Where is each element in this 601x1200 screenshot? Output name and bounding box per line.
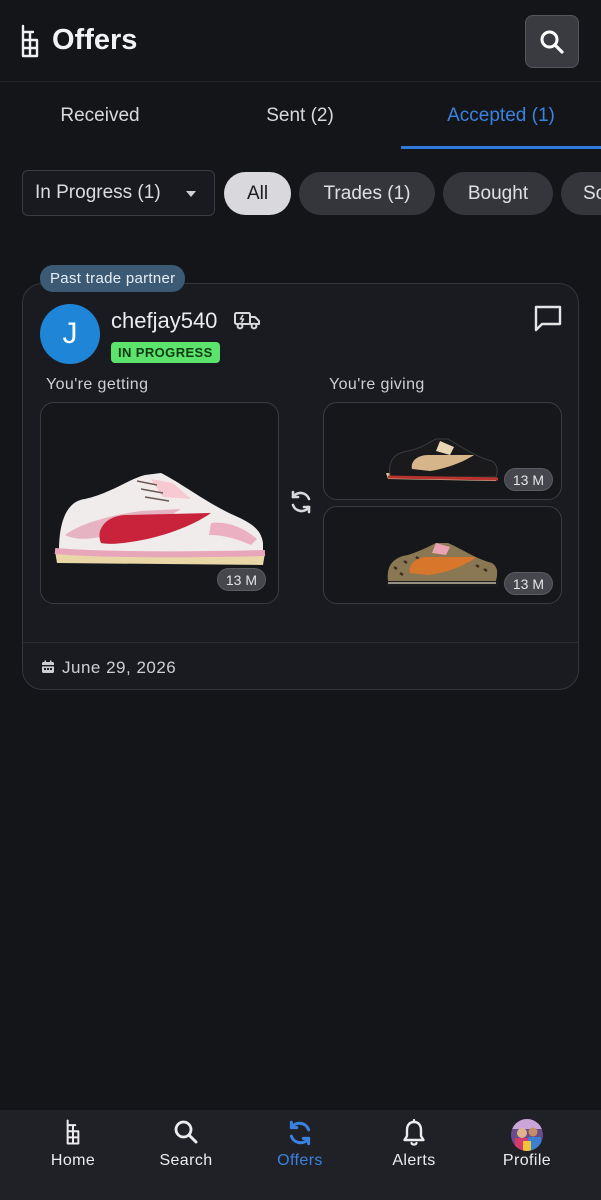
filter-bar: In Progress (1) All Trades (1) Bought So <box>0 170 601 216</box>
getting-item-card[interactable]: 13 M <box>40 402 279 604</box>
giving-item-card[interactable]: 13 M <box>323 506 562 604</box>
swap-sync-icon <box>291 490 311 514</box>
home-logo-icon <box>66 1119 80 1145</box>
getting-label: You're getting <box>46 376 149 393</box>
fast-shipping-truck-icon <box>234 312 260 330</box>
nav-home-label: Home <box>50 1152 96 1169</box>
message-icon[interactable] <box>533 304 563 332</box>
offer-tabs: Received Sent (2) Accepted (1) <box>0 83 601 149</box>
filter-chip-bought[interactable]: Bought <box>443 172 553 215</box>
card-divider <box>23 642 578 643</box>
size-pill: 13 M <box>503 468 553 491</box>
giving-item-card[interactable]: 13 M <box>323 402 562 500</box>
search-button[interactable] <box>525 15 579 68</box>
bottom-navigation: Home Search Offers Alerts Profile <box>0 1110 601 1200</box>
tab-accepted[interactable]: Accepted (1) <box>401 83 601 149</box>
page-title: Offers <box>52 24 138 56</box>
status-dropdown[interactable]: In Progress (1) <box>22 170 215 216</box>
search-icon <box>174 1120 198 1144</box>
nav-profile[interactable]: Profile <box>467 1110 587 1200</box>
nav-home[interactable]: Home <box>13 1110 133 1200</box>
nav-search-label: Search <box>159 1152 213 1169</box>
offers-sync-icon <box>289 1120 311 1146</box>
past-trade-partner-badge: Past trade partner <box>40 265 186 292</box>
calendar-icon <box>42 660 54 673</box>
status-badge: IN PROGRESS <box>111 342 220 363</box>
top-bar: Offers <box>0 0 601 82</box>
active-tab-indicator <box>401 146 601 149</box>
size-pill: 13 M <box>503 572 553 595</box>
nav-offers[interactable]: Offers <box>240 1110 360 1200</box>
giving-label: You're giving <box>329 376 425 393</box>
filter-chip-trades[interactable]: Trades (1) <box>299 172 435 215</box>
nav-alerts-label: Alerts <box>392 1152 436 1169</box>
nav-offers-label: Offers <box>277 1152 323 1169</box>
app-logo-icon <box>21 24 39 58</box>
size-pill: 13 M <box>216 568 266 591</box>
nav-alerts[interactable]: Alerts <box>354 1110 474 1200</box>
nav-search[interactable]: Search <box>126 1110 246 1200</box>
bell-icon <box>403 1119 425 1146</box>
offer-date: June 29, 2026 <box>62 658 177 677</box>
search-icon <box>540 30 564 54</box>
avatar[interactable]: J <box>40 304 100 364</box>
chevron-down-icon <box>186 191 196 197</box>
tab-sent[interactable]: Sent (2) <box>200 83 400 149</box>
status-dropdown-value: In Progress (1) <box>35 182 161 203</box>
filter-chip-all[interactable]: All <box>224 172 291 215</box>
nav-profile-label: Profile <box>502 1152 552 1169</box>
username[interactable]: chefjay540 <box>111 308 217 334</box>
offer-card[interactable]: J chefjay540 IN PROGRESS You're getting … <box>22 283 579 690</box>
filter-chip-sold[interactable]: So <box>561 172 601 215</box>
tab-received[interactable]: Received <box>0 83 200 149</box>
profile-avatar <box>511 1119 543 1151</box>
